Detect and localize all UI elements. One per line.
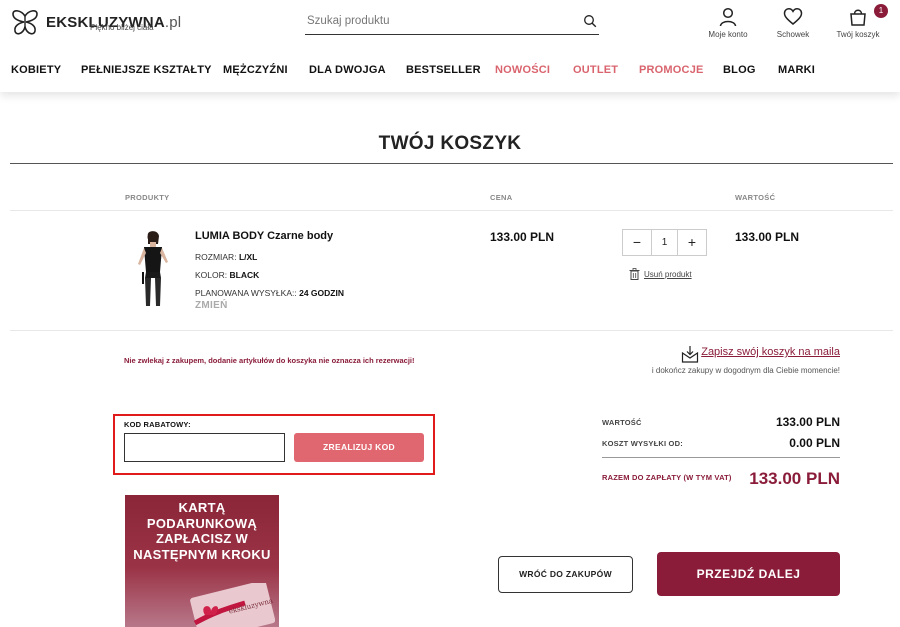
nav-item-dla-dwojga[interactable]: DLA DWOJGA	[309, 64, 386, 76]
bag-icon	[850, 9, 866, 26]
logo-tagline: Piękno bliżej ciała	[90, 23, 154, 32]
gift-card-banner-text: KARTĄ PODARUNKOWĄ ZAPŁACISZ W NASTĘPNYM …	[133, 500, 271, 562]
nav-item-outlet[interactable]: OUTLET	[573, 64, 618, 76]
nav-item-bestseller[interactable]: BESTSELLER	[406, 64, 481, 76]
remove-product-label: Usuń produkt	[644, 269, 692, 279]
product-price: 133.00 PLN	[490, 230, 555, 244]
butterfly-logo-icon	[12, 10, 38, 35]
coupon-code-input[interactable]	[124, 433, 285, 462]
mail-download-icon[interactable]	[681, 345, 699, 363]
trash-icon	[629, 268, 640, 280]
site-header: EKSKLUZYWNA.pl Piękno bliżej ciała Szuka…	[0, 0, 900, 92]
search-input[interactable]: Szukaj produktu	[307, 15, 389, 27]
apply-coupon-button[interactable]: ZREALIZUJ KOD	[294, 433, 424, 462]
product-size: ROZMIAR: L/XL	[195, 252, 258, 262]
product-color: KOLOR: BLACK	[195, 270, 260, 280]
coupon-label: KOD RABATOWY:	[124, 420, 191, 429]
title-divider	[10, 163, 893, 164]
summary-divider	[602, 457, 840, 458]
save-cart-email-link[interactable]: Zapisz swój koszyk na maila	[701, 346, 840, 358]
cart-count-badge: 1	[874, 4, 888, 18]
remove-product-button[interactable]: Usuń produkt	[629, 268, 692, 280]
nav-item-mezczyzni[interactable]: MĘŻCZYŹNI	[223, 64, 288, 76]
quantity-input[interactable]: 1	[651, 230, 678, 255]
product-shipping: PLANOWANA WYSYŁKA:: 24 GODZIN	[195, 288, 344, 298]
quantity-increase-button[interactable]: +	[678, 230, 706, 255]
search-bar[interactable]: Szukaj produktu	[305, 10, 599, 35]
main-nav: KOBIETY PEŁNIEJSZE KSZTAŁTY MĘŻCZYŹNI DL…	[0, 64, 900, 80]
heart-icon	[783, 8, 803, 25]
nav-item-nowosci[interactable]: NOWOŚCI	[495, 64, 550, 76]
product-image[interactable]	[124, 228, 182, 308]
column-header-products: PRODUKTY	[125, 193, 170, 202]
summary-value: 133.00 PLN	[775, 415, 840, 429]
quantity-stepper: − 1 +	[622, 229, 707, 256]
save-cart-subtext: i dokończ zakupy w dogodnym dla Ciebie m…	[651, 366, 840, 375]
product-value: 133.00 PLN	[735, 230, 800, 244]
nav-item-pelniejsze-ksztalty[interactable]: PEŁNIEJSZE KSZTAŁTY	[81, 64, 212, 76]
wishlist-link[interactable]: Schowek	[774, 7, 812, 39]
nav-item-blog[interactable]: BLOG	[723, 64, 756, 76]
column-header-price: CENA	[490, 193, 513, 202]
account-link[interactable]: Moje konto	[707, 7, 749, 39]
search-icon[interactable]	[583, 14, 597, 28]
product-row-divider	[10, 330, 893, 331]
user-icon	[719, 7, 737, 27]
summary-shipping-label: KOSZT WYSYŁKI OD:	[602, 439, 683, 448]
page-title: TWÓJ KOSZYK	[378, 133, 522, 154]
proceed-button[interactable]: PRZEJDŹ DALEJ	[657, 552, 840, 596]
quantity-decrease-button[interactable]: −	[623, 230, 651, 255]
wishlist-label: Schowek	[776, 30, 810, 39]
table-header-divider	[10, 210, 893, 211]
product-name[interactable]: LUMIA BODY Czarne body	[195, 230, 333, 242]
gift-card-banner[interactable]: KARTĄ PODARUNKOWĄ ZAPŁACISZ W NASTĘPNYM …	[125, 495, 279, 627]
nav-item-kobiety[interactable]: KOBIETY	[11, 64, 61, 76]
reservation-warning: Nie zwlekaj z zakupem, dodanie artykułów…	[124, 356, 415, 365]
nav-item-promocje[interactable]: PROMOCJE	[639, 64, 704, 76]
account-label: Moje konto	[708, 30, 748, 39]
summary-total-label: RAZEM DO ZAPŁATY (W TYM VAT)	[602, 473, 732, 482]
summary-shipping: 0.00 PLN	[789, 436, 840, 450]
nav-item-marki[interactable]: MARKI	[778, 64, 815, 76]
change-product-button[interactable]: ZMIEŃ	[195, 300, 228, 311]
back-to-shopping-button[interactable]: WRÓĆ DO ZAKUPÓW	[498, 556, 633, 593]
cart-label: Twój koszyk	[836, 30, 880, 39]
summary-value-label: WARTOŚĆ	[602, 418, 642, 427]
gift-card-image: ekskluzywna	[190, 583, 275, 627]
column-header-value: WARTOŚĆ	[735, 193, 776, 202]
summary-total: 133.00 PLN	[749, 469, 840, 488]
